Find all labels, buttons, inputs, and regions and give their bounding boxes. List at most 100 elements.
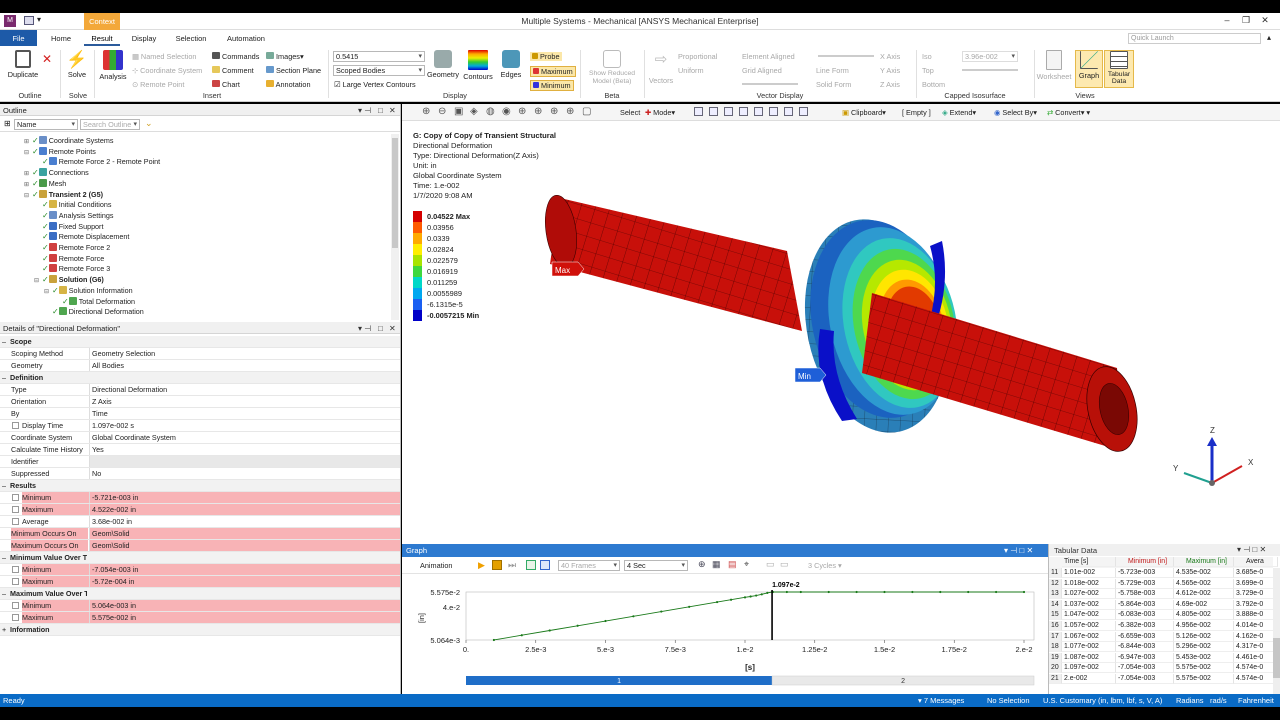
element-aligned-button[interactable]: Element Aligned [742, 52, 795, 61]
details-row[interactable]: Suppressed No [0, 468, 400, 480]
scoped-bodies-select[interactable]: Scoped Bodies [333, 65, 425, 76]
table-row[interactable]: 19 1.087e-002 -6.947e-003 5.453e-002 4.461e-… [1049, 652, 1274, 664]
zoom-fit-icon[interactable]: ⊕ [534, 106, 542, 117]
graphics-viewport[interactable]: G: Copy of Copy of Transient Structural D… [402, 121, 1280, 544]
outline-item[interactable]: ✓ Analysis Settings [34, 210, 113, 222]
section-plane-button[interactable]: Section Plane [266, 66, 321, 75]
tab-selection[interactable]: Selection [170, 30, 212, 46]
details-row[interactable]: Minimum -5.721e-003 in [0, 492, 400, 504]
solve-button[interactable]: ⚡ Solve [64, 50, 90, 79]
convert-dropdown[interactable]: ⇄ Convert▾ ▾ [1047, 108, 1090, 117]
table-row[interactable]: 20 1.097e-002 -7.054e-003 5.575e-002 4.574e-… [1049, 663, 1274, 674]
x-axis-button[interactable]: X Axis [880, 52, 900, 61]
details-row[interactable]: Minimum 5.064e-003 in [0, 600, 400, 612]
rotate-icon[interactable]: ◍ [486, 106, 495, 117]
model-view[interactable]: Max Min Z X Y [402, 121, 1280, 544]
section-toggle-icon[interactable]: – [2, 372, 6, 383]
details-value[interactable]: 3.68e-002 in [89, 516, 400, 527]
outline-item[interactable]: ⊞ ✓ Coordinate Systems [24, 136, 113, 147]
pan-icon[interactable]: ◉ [502, 106, 511, 117]
details-row[interactable]: Minimum Occurs On Geom\Solid [0, 528, 400, 540]
filter-name-select[interactable]: Name [14, 119, 78, 130]
box-select-icon[interactable] [799, 107, 808, 116]
line-form-button[interactable]: Line Form [816, 66, 849, 75]
outline-item[interactable]: ⊞ ✓ Connections [24, 168, 89, 179]
comment-button[interactable]: Comment [212, 66, 254, 75]
tabular-data-button[interactable]: Tabular Data [1104, 50, 1134, 88]
data-point[interactable] [755, 594, 758, 597]
column-header[interactable]: Time [s] [1062, 557, 1116, 567]
minimum-button[interactable]: Minimum [530, 80, 574, 91]
stop-icon[interactable]: ⏭ [508, 560, 516, 571]
view-cube-icon[interactable]: ◈ [470, 106, 478, 117]
outline-item[interactable]: ✓ Remote Force 3 [34, 264, 110, 275]
rate-units[interactable]: rad/s [1210, 696, 1227, 705]
data-point[interactable] [492, 638, 495, 642]
data-point[interactable] [855, 590, 858, 594]
file-tab[interactable]: File [0, 30, 37, 46]
box-zoom-icon[interactable]: ▣ [454, 106, 463, 117]
grid-aligned-button[interactable]: Grid Aligned [742, 66, 782, 75]
outline-item[interactable]: ✓ Initial Conditions [34, 200, 111, 211]
section-toggle-icon[interactable]: + [2, 624, 6, 635]
z-axis-button[interactable]: Z Axis [880, 80, 900, 89]
details-value[interactable]: Z Axis [89, 396, 400, 407]
solid-form-button[interactable]: Solid Form [816, 80, 851, 89]
tab-automation[interactable]: Automation [222, 30, 270, 46]
next-cycle-icon[interactable]: ▭ [780, 559, 789, 570]
details-section-header[interactable]: – Results [0, 480, 400, 492]
data-point[interactable] [939, 590, 942, 594]
details-value[interactable]: Geometry Selection [89, 348, 400, 359]
time-history-chart[interactable]: 0. 2.5e-3 5.e-3 7.5e-3 1.e-2 1.25e-2 1.5e-2 1.7… [402, 574, 1048, 694]
data-point[interactable] [660, 610, 663, 613]
tabular-window-icons[interactable]: ▾ ⊣ □ ✕ [1237, 545, 1266, 554]
column-header[interactable]: Minimum [in] [1116, 557, 1174, 567]
section-toggle-icon[interactable]: – [2, 552, 6, 563]
details-close-icon[interactable]: ✕ [389, 324, 396, 333]
worksheet-button[interactable]: Worksheet [1036, 50, 1072, 81]
outline-item[interactable]: ⊟ ✓ Remote Points [24, 146, 96, 158]
details-value[interactable]: 5.575e-002 in [89, 612, 400, 623]
filter-icon[interactable]: ⌄ [145, 118, 153, 129]
delete-icon[interactable]: ✕ [42, 52, 52, 66]
scale-select[interactable]: 0.5415 [333, 51, 425, 62]
outline-scrollbar[interactable] [391, 134, 399, 320]
messages-button[interactable]: ▾ 7 Messages [918, 696, 964, 705]
details-value[interactable]: -7.054e-003 in [89, 564, 400, 575]
details-row[interactable]: Minimum -7.054e-003 in [0, 564, 400, 576]
remote-point-button[interactable]: ⊙ Remote Point [132, 80, 184, 89]
details-pin-icon[interactable]: ▾ ⊣ [358, 324, 371, 333]
data-point[interactable] [995, 590, 998, 594]
max-probe-tag[interactable]: Max [551, 261, 585, 277]
proportional-button[interactable]: Proportional [678, 52, 717, 61]
pin-icon[interactable]: ▾ ⊣ [358, 106, 371, 115]
table-row[interactable]: 21 2.e-002 -7.054e-003 5.575e-002 4.574e-0 [1049, 674, 1274, 685]
data-point[interactable] [827, 590, 830, 594]
data-point[interactable] [548, 629, 551, 632]
images-button[interactable]: Images▾ [266, 52, 304, 61]
right-shaft[interactable] [862, 293, 1144, 456]
probe-button[interactable]: Probe [530, 52, 562, 61]
table-row[interactable]: 17 1.067e-002 -6.659e-003 5.126e-002 4.162e-… [1049, 631, 1274, 643]
data-point[interactable] [729, 598, 733, 601]
table-row[interactable]: 16 1.057e-002 -6.382e-003 4.956e-002 4.014e-… [1049, 621, 1274, 632]
data-point[interactable] [576, 624, 579, 627]
data-point[interactable] [520, 634, 523, 637]
pause-icon[interactable] [492, 560, 502, 570]
data-point[interactable] [760, 593, 763, 596]
marker-icon[interactable]: ⌖ [744, 559, 749, 570]
cycles-select[interactable]: 3 Cycles ▾ [808, 561, 842, 570]
result-sets-icon[interactable] [540, 560, 550, 570]
collapse-ribbon-icon[interactable]: ▴ [1267, 33, 1271, 42]
min-probe-tag[interactable]: Min [794, 367, 827, 383]
tree-expander-icon[interactable]: ⊟ [44, 287, 52, 298]
details-value[interactable]: Yes [89, 444, 400, 455]
outline-item[interactable]: ✓ Total Deformation [54, 296, 135, 308]
details-row[interactable]: Identifier [0, 456, 400, 468]
iso-slider[interactable] [962, 69, 1018, 71]
outline-item[interactable]: ✓ Remote Force 2 - Remote Point [34, 157, 160, 168]
table-row[interactable]: 13 1.027e-002 -5.758e-003 4.612e-002 3.729e-… [1049, 589, 1274, 600]
expand-icon[interactable]: ⊞ [4, 119, 11, 128]
distributed-frames-icon[interactable] [526, 560, 536, 570]
section-toggle-icon[interactable]: – [2, 588, 6, 599]
